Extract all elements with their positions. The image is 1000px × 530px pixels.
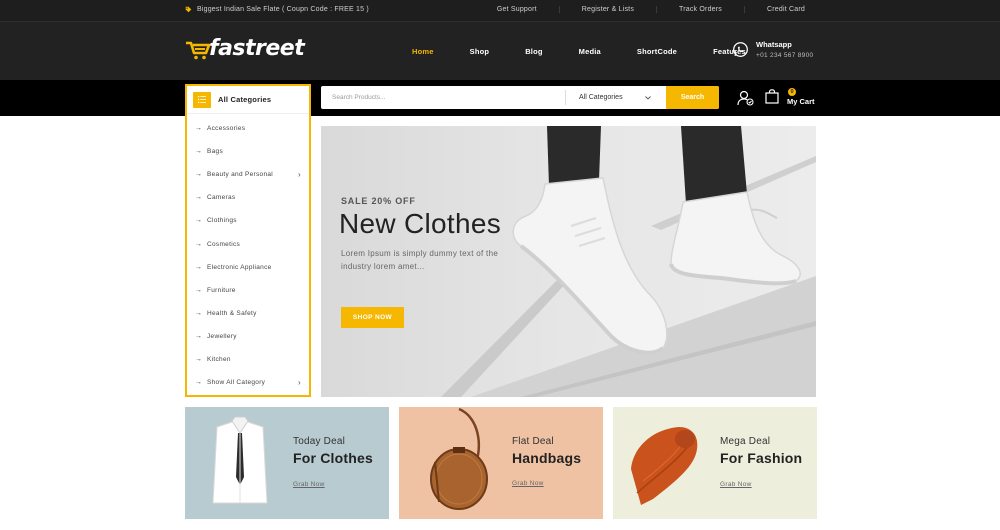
category-item-kitchen[interactable]: → Kitchen xyxy=(187,348,309,371)
whatsapp-icon xyxy=(733,42,748,57)
promo-subtitle: Flat Deal xyxy=(512,436,554,447)
promo-card-fashion[interactable]: Mega Deal For Fashion Grab Now xyxy=(613,407,817,519)
whatsapp-contact[interactable]: Whatsapp +01 234 567 8900 xyxy=(732,40,813,59)
main-header: fastreet Home Shop Blog Media ShortCode … xyxy=(0,22,1000,80)
search-form: All Categories Search xyxy=(321,86,719,109)
logo-text: fastreet xyxy=(209,36,305,61)
arrow-right-icon: → xyxy=(195,148,203,156)
category-item-label: Show All Category xyxy=(207,379,266,387)
chevron-right-icon: › xyxy=(298,378,301,388)
category-item-cosmetics[interactable]: → Cosmetics xyxy=(187,232,309,255)
category-item-label: Beauty and Personal xyxy=(207,171,274,179)
nav-shortcode[interactable]: ShortCode xyxy=(637,47,677,56)
main-nav: Home Shop Blog Media ShortCode Features xyxy=(412,47,746,56)
logo-cart-icon xyxy=(186,41,211,60)
category-item-label: Furniture xyxy=(207,286,236,294)
top-bar: Biggest Indian Sale Flate ( Coupn Code :… xyxy=(0,0,1000,22)
hero-banner: SALE 20% OFF New Clothes Lorem Ipsum is … xyxy=(321,126,816,397)
category-item-label: Kitchen xyxy=(207,355,231,363)
promo-card-handbags[interactable]: Flat Deal Handbags Grab Now xyxy=(399,407,603,519)
category-item-label: Clothings xyxy=(207,217,237,225)
credit-card-link[interactable]: Credit Card xyxy=(744,6,805,13)
promo-label: Biggest Indian Sale Flate ( Coupn Code :… xyxy=(197,6,369,13)
tie-image xyxy=(631,427,698,505)
cart-count-badge: 0 xyxy=(788,88,796,96)
search-input[interactable] xyxy=(321,86,565,109)
shop-now-button[interactable]: SHOP NOW xyxy=(341,307,404,328)
category-item-label: Jewellery xyxy=(207,332,237,340)
hero-title: New Clothes xyxy=(339,208,502,239)
category-item-label: Bags xyxy=(207,148,224,156)
grab-now-link[interactable]: Grab Now xyxy=(293,481,325,488)
arrow-right-icon: → xyxy=(195,240,203,248)
category-item-label: Electronic Appliance xyxy=(207,263,272,271)
promo-title: For Clothes xyxy=(293,450,373,466)
promo-text: Biggest Indian Sale Flate ( Coupn Code :… xyxy=(185,6,369,13)
register-link[interactable]: Register & Lists xyxy=(558,6,656,13)
arrow-right-icon: → xyxy=(195,286,203,294)
arrow-right-icon: → xyxy=(195,217,203,225)
category-item-label: Cosmetics xyxy=(207,240,241,248)
user-account-icon[interactable] xyxy=(737,90,754,106)
category-item-cameras[interactable]: → Cameras xyxy=(187,186,309,209)
grab-now-link[interactable]: Grab Now xyxy=(720,481,752,488)
list-icon xyxy=(193,91,211,108)
hero-description: Lorem Ipsum is simply dummy text of the … xyxy=(341,249,499,271)
category-item-label: Health & Safety xyxy=(207,309,257,317)
category-item-health[interactable]: → Health & Safety xyxy=(187,302,309,325)
category-select-value: All Categories xyxy=(579,94,623,101)
category-header[interactable]: All Categories xyxy=(187,86,309,114)
category-list: → Accessories → Bags → Beauty and Personal ›… xyxy=(187,114,309,394)
arrow-right-icon: → xyxy=(195,309,203,317)
category-item-label: Cameras xyxy=(207,194,236,202)
handbag-image xyxy=(430,407,488,510)
category-item-beauty[interactable]: → Beauty and Personal › xyxy=(187,163,309,186)
arrow-right-icon: → xyxy=(195,379,203,387)
arrow-right-icon: → xyxy=(195,332,203,340)
category-item-label: Accessories xyxy=(207,125,246,133)
arrow-right-icon: → xyxy=(195,263,203,271)
nav-home[interactable]: Home xyxy=(412,47,434,56)
top-links: Get Support Register & Lists Track Order… xyxy=(475,6,805,13)
arrow-right-icon: → xyxy=(195,125,203,133)
shirt-image xyxy=(212,416,268,504)
whatsapp-phone: +01 234 567 8900 xyxy=(756,52,814,59)
cart-label[interactable]: My Cart xyxy=(787,97,815,106)
hero-subtitle: SALE 20% OFF xyxy=(341,196,416,206)
promo-title: Handbags xyxy=(512,450,582,466)
nav-media[interactable]: Media xyxy=(579,47,601,56)
category-item-electronic[interactable]: → Electronic Appliance xyxy=(187,256,309,279)
promo-subtitle: Mega Deal xyxy=(720,436,771,447)
get-support-link[interactable]: Get Support xyxy=(475,6,559,13)
track-orders-link[interactable]: Track Orders xyxy=(656,6,744,13)
category-select[interactable]: All Categories xyxy=(565,90,665,105)
whatsapp-title: Whatsapp xyxy=(756,40,792,49)
tag-icon xyxy=(185,6,192,13)
category-item-furniture[interactable]: → Furniture xyxy=(187,279,309,302)
grab-now-link[interactable]: Grab Now xyxy=(512,480,544,487)
category-item-jewellery[interactable]: → Jewellery xyxy=(187,325,309,348)
chevron-right-icon: › xyxy=(298,170,301,180)
arrow-right-icon: → xyxy=(195,355,203,363)
arrow-right-icon: → xyxy=(195,171,203,179)
cart-icon[interactable] xyxy=(765,89,779,104)
category-title: All Categories xyxy=(218,95,272,104)
category-item-clothings[interactable]: → Clothings xyxy=(187,209,309,232)
arrow-right-icon: → xyxy=(195,194,203,202)
category-item-bags[interactable]: → Bags xyxy=(187,140,309,163)
category-item-show-all[interactable]: → Show All Category › xyxy=(187,371,309,394)
category-item-accessories[interactable]: → Accessories xyxy=(187,117,309,140)
search-button[interactable]: Search xyxy=(666,86,719,109)
category-sidebar: All Categories → Accessories → Bags → Beaut… xyxy=(185,84,311,397)
promo-subtitle: Today Deal xyxy=(293,436,346,447)
promo-card-clothes[interactable]: Today Deal For Clothes Grab Now xyxy=(185,407,389,519)
logo[interactable]: fastreet xyxy=(185,36,305,62)
nav-blog[interactable]: Blog xyxy=(525,47,542,56)
chevron-down-icon xyxy=(645,95,651,100)
promo-title: For Fashion xyxy=(720,450,803,466)
nav-shop[interactable]: Shop xyxy=(470,47,490,56)
